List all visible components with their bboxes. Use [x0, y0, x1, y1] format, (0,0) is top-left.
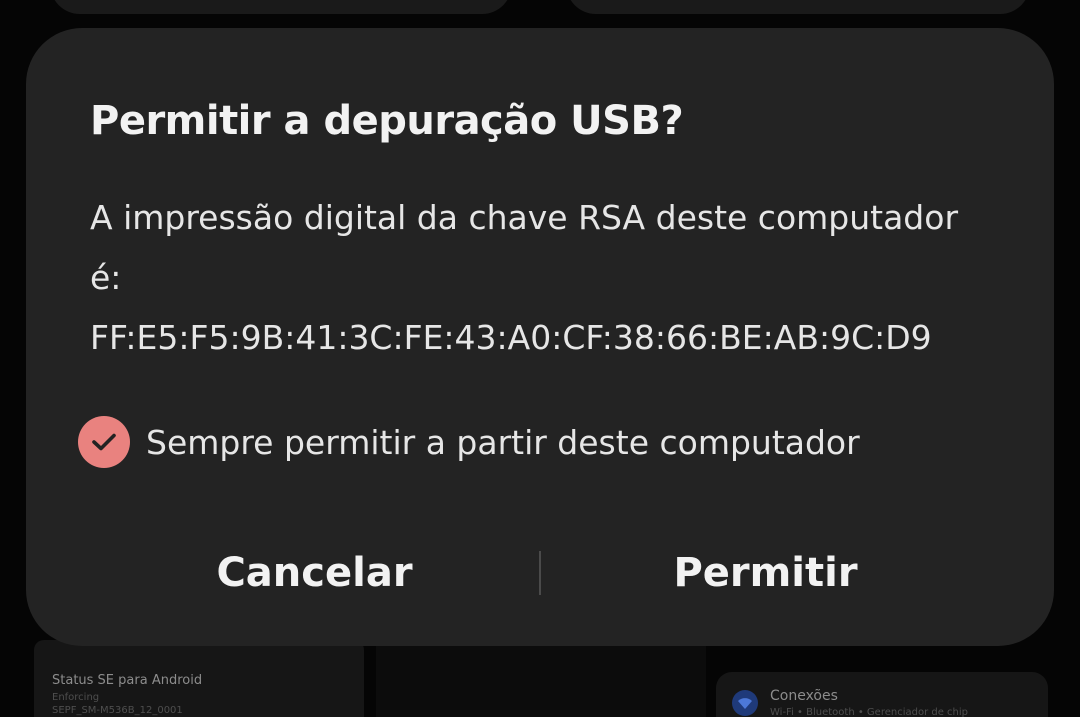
always-allow-checkbox[interactable] [78, 416, 130, 468]
message-text-continued: é: [90, 258, 122, 297]
status-se-title: Status SE para Android [52, 673, 203, 688]
cancel-button[interactable]: Cancelar [90, 550, 539, 596]
message-text: A impressão digital da chave RSA deste c… [90, 198, 959, 237]
dialog-message: A impressão digital da chave RSA deste c… [90, 188, 990, 368]
checkmark-icon [92, 433, 116, 451]
dialog-title: Permitir a depuração USB? [90, 98, 684, 144]
dialog-actions: Cancelar Permitir [90, 540, 990, 606]
status-se-value: Enforcing [52, 692, 100, 703]
connections-title: Conexões [770, 688, 838, 704]
always-allow-label[interactable]: Sempre permitir a partir deste computado… [146, 423, 860, 462]
background-card [566, 0, 1030, 14]
screen: Status SE para Android Enforcing SEPF_SM… [0, 0, 1080, 717]
status-se-version: SEPF_SM-M536B_12_0001 [52, 705, 183, 716]
allow-button[interactable]: Permitir [541, 550, 990, 596]
rsa-fingerprint: FF:E5:F5:9B:41:3C:FE:43:A0:CF:38:66:BE:A… [90, 318, 932, 357]
background-card [50, 0, 512, 14]
background-card [376, 640, 706, 717]
wifi-icon [732, 690, 758, 716]
always-allow-checkbox-row[interactable]: Sempre permitir a partir deste computado… [78, 416, 860, 468]
usb-debugging-dialog: Permitir a depuração USB? A impressão di… [26, 28, 1054, 646]
connections-subtitle: Wi-Fi • Bluetooth • Gerenciador de chip [770, 707, 968, 717]
